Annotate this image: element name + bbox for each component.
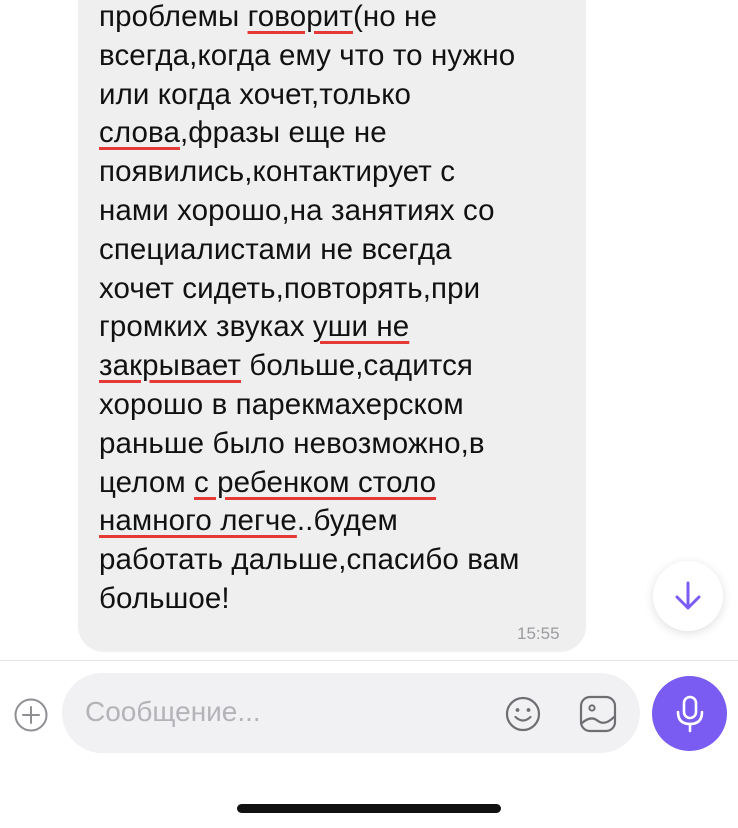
message-text-segment: больше,садится xyxy=(241,349,474,383)
message-time: 15:55 xyxy=(517,624,560,643)
message-text-segment: громких звуках xyxy=(99,310,313,344)
message-line: намного легче..будем xyxy=(99,502,579,541)
message-input[interactable]: Сообщение... xyxy=(62,673,640,753)
scroll-down-button[interactable] xyxy=(653,561,723,631)
message-line: всегда,когда ему что то нужно xyxy=(99,37,579,76)
message-text-segment: нами хорошо,на занятиях со xyxy=(99,193,495,227)
microphone-icon xyxy=(676,695,703,732)
plus-circle-icon xyxy=(14,698,48,732)
sticker-button[interactable] xyxy=(577,693,619,735)
underlined-text: уши не xyxy=(312,310,410,344)
message-text-segment: ..будем xyxy=(296,504,398,538)
message-line: слова,фразы еще не xyxy=(99,114,579,153)
message-text-segment: работать дальше,спасибо вам xyxy=(99,543,520,577)
underlined-text: говорит xyxy=(247,0,353,33)
underlined-text: с ребенком столо xyxy=(194,465,437,499)
message-text-segment: или когда хочет,только xyxy=(99,77,412,111)
message-text-segment: всегда,когда ему что то нужно xyxy=(99,38,516,72)
message-text-segment: целом xyxy=(99,465,195,499)
message-line: специалистами не всегда xyxy=(99,231,579,270)
message-text: проблемы говорит(но не всегда,когда ему ч… xyxy=(99,0,579,619)
underlined-text: закрывает xyxy=(99,349,242,383)
message-composer: Сообщение... xyxy=(0,661,738,828)
message-line: появились,контактирует с xyxy=(99,153,579,192)
message-line: целом с ребенком столо xyxy=(99,464,579,503)
smile-icon xyxy=(505,696,541,732)
message-line: хорошо в парекмахерском xyxy=(99,386,579,425)
arrow-down-icon xyxy=(675,581,701,610)
message-text-segment: появились,контактирует с xyxy=(99,155,456,189)
message-input-placeholder: Сообщение... xyxy=(85,696,261,727)
message-line: закрывает больше,садится xyxy=(99,347,579,386)
voice-message-button[interactable] xyxy=(652,676,727,751)
message-text-segment: (но не xyxy=(352,0,437,33)
underlined-text: намного легче xyxy=(99,504,297,538)
message-line: раньше было невозможно,в xyxy=(99,425,579,464)
message-text-segment: хочет сидеть,повторять,при xyxy=(99,271,481,305)
add-attachment-button[interactable] xyxy=(13,697,49,733)
message-line: или когда хочет,только xyxy=(99,76,579,115)
underlined-text: слова xyxy=(99,116,180,150)
message-text-segment: ,фразы еще не xyxy=(179,116,387,150)
message-text-segment: большое! xyxy=(99,581,230,615)
message-text-segment: специалистами не всегда xyxy=(99,232,452,266)
message-text-segment: проблемы xyxy=(99,0,248,33)
message-text-segment: хорошо в парекмахерском xyxy=(99,387,464,421)
message-line: нами хорошо,на занятиях со xyxy=(99,192,579,231)
message-line: работать дальше,спасибо вам xyxy=(99,541,579,580)
message-line: хочет сидеть,повторять,при xyxy=(99,270,579,309)
message-line: громких звуках уши не xyxy=(99,308,579,347)
message-line: проблемы говорит(но не xyxy=(99,0,579,37)
emoji-button[interactable] xyxy=(503,694,543,734)
chat-area: проблемы говорит(но не всегда,когда ему ч… xyxy=(0,0,738,660)
sticker-icon xyxy=(579,695,617,733)
home-indicator xyxy=(237,804,501,813)
message-text-segment: раньше было невозможно,в xyxy=(99,426,485,460)
message-line: большое! xyxy=(99,580,579,619)
